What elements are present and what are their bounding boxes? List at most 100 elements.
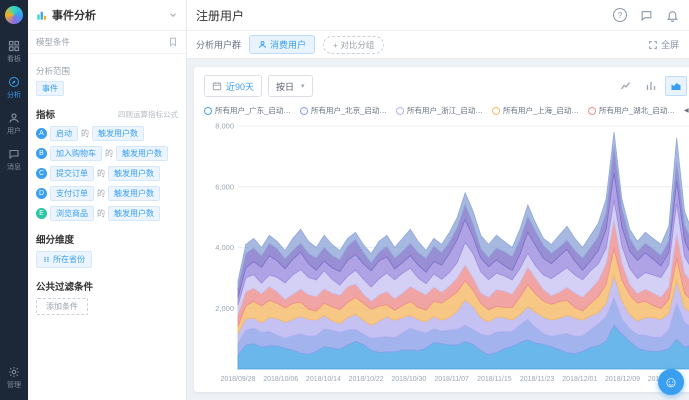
primary-nav: 看板 分析 用户 消息 管理 [0, 0, 28, 400]
metric-badge: A [36, 128, 47, 139]
nav-item-label: 分析 [7, 90, 21, 100]
metric-row[interactable]: D 支付订单 的 触发用户数 [36, 186, 178, 201]
module-title: 事件分析 [52, 7, 163, 23]
bell-icon[interactable] [666, 9, 679, 22]
nav-item-manage[interactable]: 管理 [7, 366, 21, 390]
calendar-icon [212, 81, 222, 91]
metric-conjunction: 的 [97, 188, 105, 199]
drag-handle-icon [43, 256, 50, 263]
metric-measure-tag[interactable]: 触发用户数 [108, 166, 160, 181]
svg-text:2018/11/15: 2018/11/15 [477, 376, 512, 383]
metric-badge: C [36, 168, 47, 179]
feedback-icon[interactable] [640, 9, 653, 22]
event-analysis-icon [36, 10, 47, 21]
tab-consume-users[interactable]: 消费用户 [249, 35, 315, 54]
smile-icon: ☺ [663, 374, 678, 391]
metric-event-tag[interactable]: 启动 [50, 126, 78, 141]
user-group-label: 分析用户群 [196, 38, 241, 51]
config-sidebar: 事件分析 模型条件 分析范围 事件 指标 四则运算指标公式 A 启动 的 触发用… [28, 0, 187, 400]
user-group-bar: 分析用户群 消费用户 + 对比分组 全屏 [186, 31, 689, 59]
metric-badge: B [36, 148, 47, 159]
saved-conditions-label: 模型条件 [36, 36, 70, 48]
stacked-area-icon [670, 80, 682, 92]
sidebar-body: 分析范围 事件 指标 四则运算指标公式 A 启动 的 触发用户数 B 加入购物车… [28, 54, 186, 322]
dimension-tag-label: 所在省份 [53, 254, 85, 265]
chart-card: 近90天 按日 ▾ [194, 67, 689, 392]
metric-row[interactable]: B 加入购物车 的 触发用户数 [36, 146, 178, 161]
chevron-down-icon[interactable] [168, 10, 178, 20]
nav-item-users[interactable]: 用户 [7, 112, 21, 136]
dimension-label: 细分维度 [36, 232, 74, 246]
legend-prev-icon[interactable]: ◀ [684, 107, 689, 114]
svg-text:2018/11/23: 2018/11/23 [520, 376, 555, 383]
page-title: 注册用户 [196, 7, 613, 24]
metric-measure-tag[interactable]: 触发用户数 [108, 206, 160, 221]
legend-label: 所有用户_广东_启动的触发用户数 [215, 105, 292, 116]
metric-event-tag[interactable]: 提交订单 [50, 166, 94, 181]
chart-legend: 所有用户_广东_启动的触发用户数 所有用户_北京_启动的触发用户数 所有用户_浙… [204, 105, 689, 116]
nav-item-label: 用户 [7, 126, 21, 136]
dashboard-icon [8, 40, 20, 52]
metric-row[interactable]: A 启动 的 触发用户数 [36, 126, 178, 141]
legend-item[interactable]: 所有用户_北京_启动的触发用户数 [300, 105, 388, 116]
metric-row[interactable]: E 浏览商品 的 触发用户数 [36, 206, 178, 221]
legend-dot [300, 107, 308, 115]
legend-pager: ◀ 1/7 ▶ [684, 106, 689, 115]
stacked-area-button[interactable] [665, 76, 687, 96]
message-icon [8, 148, 20, 160]
module-header: 事件分析 [28, 0, 186, 31]
metric-row[interactable]: C 提交订单 的 触发用户数 [36, 166, 178, 181]
metric-measure-tag[interactable]: 触发用户数 [92, 126, 144, 141]
user-icon [8, 112, 20, 124]
help-button[interactable]: ☺ [658, 369, 684, 395]
add-compare-group-button[interactable]: + 对比分组 [323, 36, 384, 54]
metric-measure-tag[interactable]: 触发用户数 [108, 186, 160, 201]
granularity-select[interactable]: 按日 ▾ [268, 75, 313, 97]
analysis-icon [8, 76, 20, 88]
help-icon[interactable]: ? [613, 8, 627, 22]
metric-conjunction: 的 [81, 128, 89, 139]
metric-event-tag[interactable]: 浏览商品 [50, 206, 94, 221]
nav-item-analysis[interactable]: 分析 [7, 76, 21, 100]
scope-tag[interactable]: 事件 [36, 81, 64, 96]
bar-chart-icon [645, 80, 657, 92]
formula-link[interactable]: 四则运算指标公式 [118, 109, 178, 120]
metric-measure-tag[interactable]: 触发用户数 [116, 146, 168, 161]
bookmark-icon[interactable] [168, 37, 178, 47]
svg-text:2018/10/22: 2018/10/22 [349, 376, 384, 383]
nav-item-label: 消息 [7, 162, 21, 172]
metric-event-tag[interactable]: 支付订单 [50, 186, 94, 201]
line-chart-button[interactable] [615, 76, 637, 96]
chart-type-switcher [615, 76, 689, 96]
metric-conjunction: 的 [105, 148, 113, 159]
add-filter-button[interactable]: 添加条件 [36, 298, 88, 315]
metric-event-tag[interactable]: 加入购物车 [50, 146, 102, 161]
nav-item-messages[interactable]: 消息 [7, 148, 21, 172]
metric-conjunction: 的 [97, 208, 105, 219]
bar-chart-button[interactable] [640, 76, 662, 96]
legend-dot [204, 107, 212, 115]
dimension-tag[interactable]: 所在省份 [36, 251, 92, 268]
nav-item-label: 管理 [7, 380, 21, 390]
date-range-picker[interactable]: 近90天 [204, 75, 262, 97]
fullscreen-icon [648, 40, 658, 50]
tab-label: 消费用户 [270, 38, 306, 51]
legend-item[interactable]: 所有用户_浙江_启动的触发用户数 [396, 105, 484, 116]
legend-dot [492, 107, 500, 115]
svg-text:4,000: 4,000 [215, 243, 234, 252]
legend-dot [588, 107, 596, 115]
user-icon [258, 40, 267, 49]
fullscreen-button[interactable]: 全屏 [648, 38, 679, 51]
nav-item-dashboard[interactable]: 看板 [7, 40, 21, 64]
stacked-area-chart[interactable]: 8,0006,0004,0002,0002018/09/282018/10/06… [204, 120, 689, 384]
chevron-down-icon: ▾ [301, 82, 305, 90]
legend-item[interactable]: 所有用户_上海_启动的触发用户数 [492, 105, 580, 116]
legend-item[interactable]: 所有用户_广东_启动的触发用户数 [204, 105, 292, 116]
main-area: 注册用户 ? 分析用户群 消费用户 + 对比分组 全屏 近90天 [186, 0, 689, 400]
legend-item[interactable]: 所有用户_湖北_启动的触发用户数 [588, 105, 676, 116]
svg-text:8,000: 8,000 [215, 122, 234, 131]
legend-label: 所有用户_湖北_启动的触发用户数 [599, 105, 676, 116]
saved-conditions-row[interactable]: 模型条件 [28, 31, 186, 54]
app-logo[interactable] [5, 6, 23, 24]
global-filter-label: 公共过滤条件 [36, 279, 93, 293]
